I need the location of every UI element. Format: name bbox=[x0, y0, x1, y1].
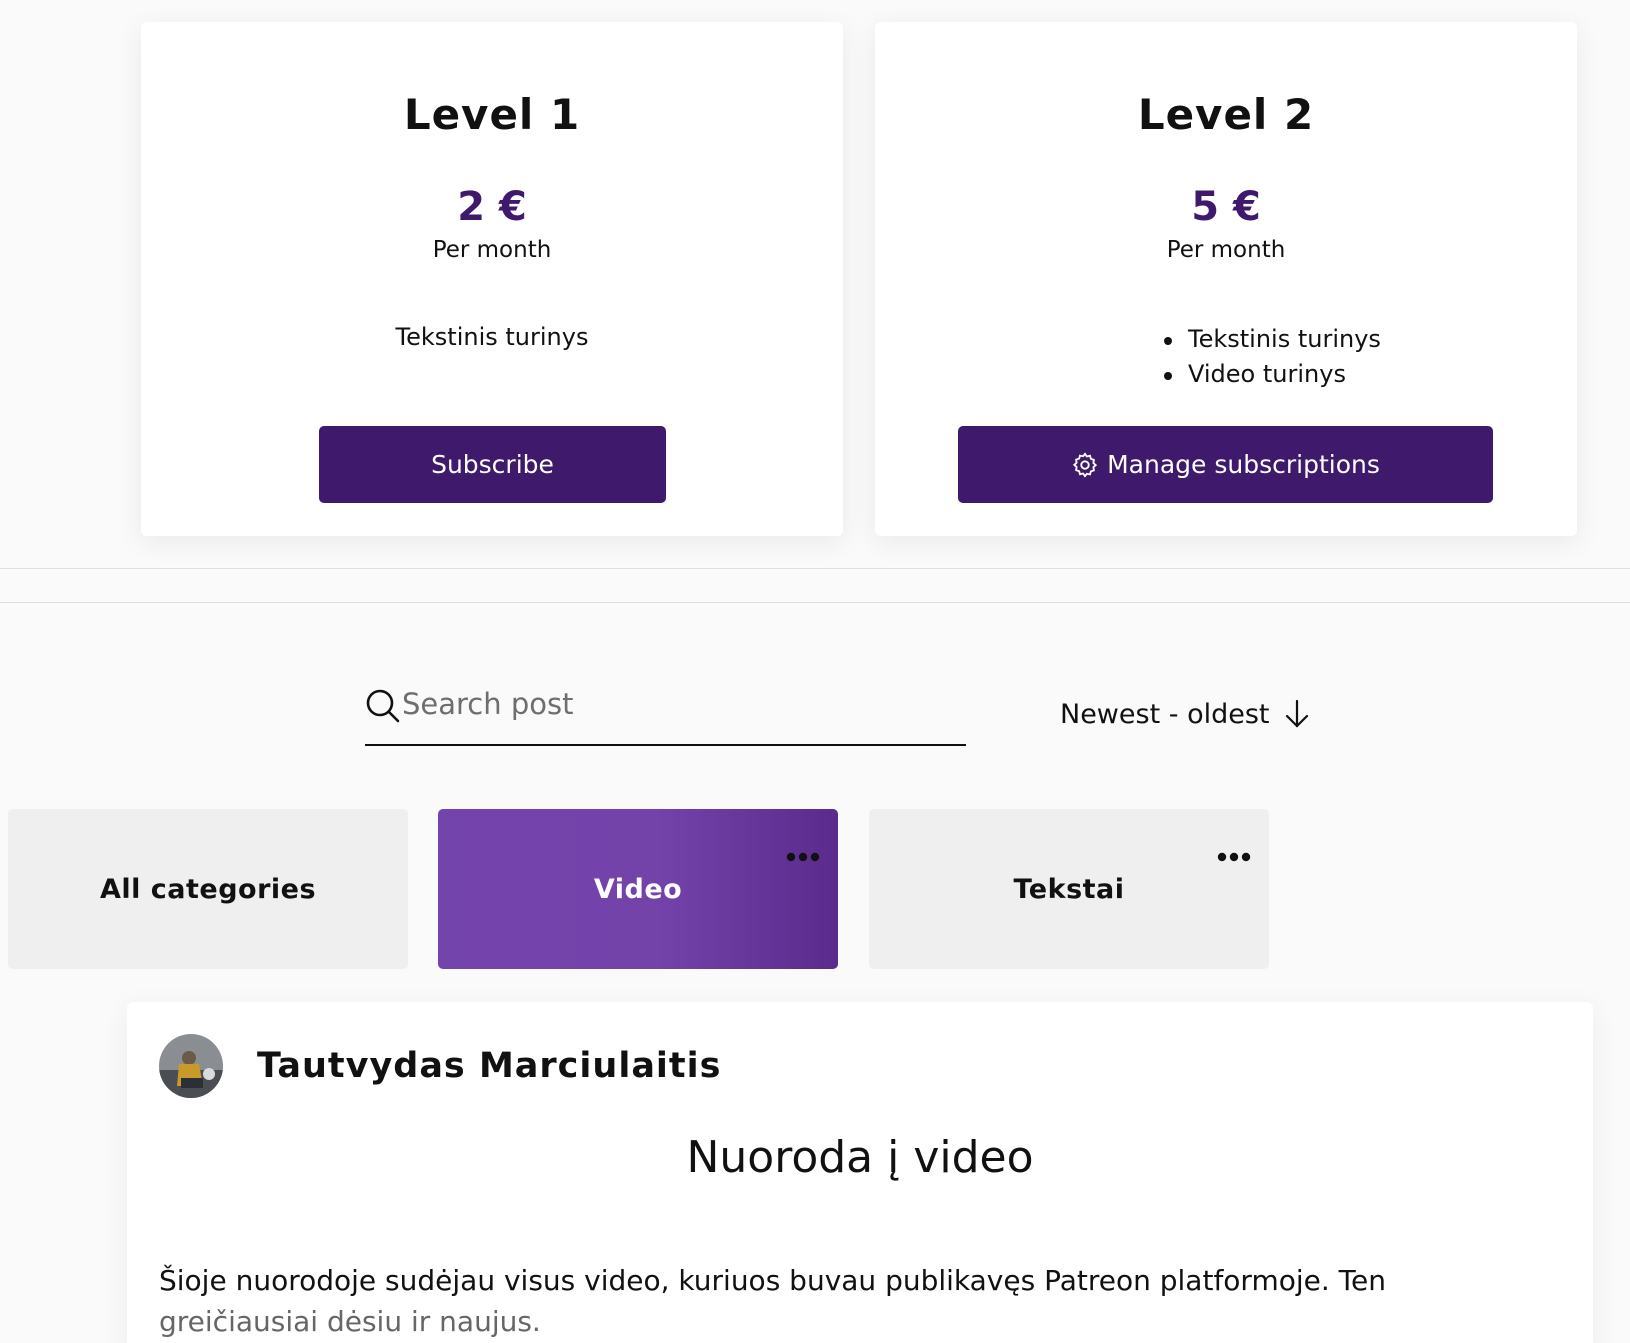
sort-label: Newest - oldest bbox=[1060, 698, 1270, 730]
avatar[interactable] bbox=[159, 1034, 223, 1098]
section-divider-bottom bbox=[0, 602, 1630, 603]
category-all[interactable]: All categories bbox=[8, 809, 408, 969]
tier-price: 2 € bbox=[457, 184, 527, 230]
section-divider-top bbox=[0, 568, 1630, 569]
tier-benefit-item: Tekstinis turinys bbox=[1160, 322, 1381, 357]
tier-title: Level 1 bbox=[403, 90, 581, 139]
post-body-line: Šioje nuorodoje sudėjau visus video, kur… bbox=[159, 1264, 1386, 1297]
post-body: Šioje nuorodoje sudėjau visus video, kur… bbox=[159, 1260, 1479, 1342]
search-field bbox=[365, 670, 966, 746]
tier-price: 5 € bbox=[1191, 184, 1261, 230]
category-label: Video bbox=[593, 873, 683, 905]
tier-period: Per month bbox=[1166, 237, 1286, 263]
tier-card-level-1: Level 1 2 € Per month Tekstinis turinys … bbox=[141, 22, 843, 536]
tier-benefit-item: Video turinys bbox=[1160, 357, 1381, 392]
post-body-line-faded: greičiausiai dėsiu ir naujus. bbox=[159, 1305, 541, 1338]
gear-icon bbox=[1071, 451, 1099, 479]
tier-card-level-2: Level 2 5 € Per month Tekstinis turinys … bbox=[875, 22, 1577, 536]
manage-subscriptions-label: Manage subscriptions bbox=[1107, 450, 1380, 479]
tier-period: Per month bbox=[432, 237, 552, 263]
author-name[interactable]: Tautvydas Marciulaitis bbox=[257, 1046, 722, 1086]
subscribe-button[interactable]: Subscribe bbox=[319, 426, 666, 503]
tier-title: Level 2 bbox=[1137, 90, 1315, 139]
search-input[interactable] bbox=[402, 682, 962, 726]
more-options-icon[interactable] bbox=[786, 839, 820, 862]
subscribe-button-label: Subscribe bbox=[431, 450, 554, 479]
search-icon bbox=[365, 688, 401, 724]
post-title[interactable]: Nuoroda į video bbox=[127, 1132, 1593, 1183]
page: Level 1 2 € Per month Tekstinis turinys … bbox=[0, 0, 1630, 1343]
sort-dropdown[interactable]: Newest - oldest bbox=[1060, 694, 1312, 734]
category-video[interactable]: Video bbox=[438, 809, 838, 969]
more-options-icon[interactable] bbox=[1217, 839, 1251, 862]
category-label: All categories bbox=[99, 873, 317, 905]
manage-subscriptions-button[interactable]: Manage subscriptions bbox=[958, 426, 1493, 503]
post-card: Tautvydas Marciulaitis Nuoroda į video Š… bbox=[127, 1002, 1593, 1343]
tier-benefit: Tekstinis turinys bbox=[395, 323, 589, 351]
tier-benefits-list: Tekstinis turinys Video turinys bbox=[1160, 322, 1381, 392]
category-label: Tekstai bbox=[1013, 873, 1125, 905]
category-tekstai[interactable]: Tekstai bbox=[869, 809, 1269, 969]
arrow-down-icon bbox=[1282, 698, 1312, 730]
